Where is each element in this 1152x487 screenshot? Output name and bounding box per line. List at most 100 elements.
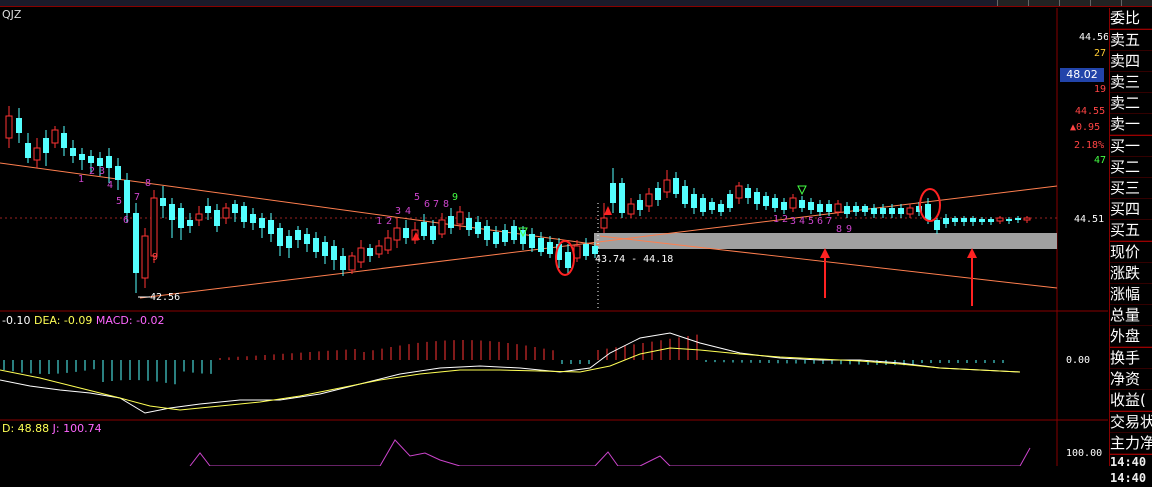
candle-body — [943, 218, 949, 224]
svg-text:3: 3 — [790, 216, 796, 227]
candle-body — [600, 217, 608, 229]
candle-body — [871, 208, 877, 214]
candle-body — [61, 133, 67, 148]
top-tab[interactable] — [1090, 0, 1121, 6]
side-item[interactable]: 收益( — [1110, 390, 1152, 411]
side-item[interactable]: 涨跌 — [1110, 263, 1152, 284]
candle-body — [348, 255, 356, 271]
candle-body — [511, 226, 517, 240]
candle-body — [115, 166, 121, 180]
side-item[interactable]: 买四 — [1110, 199, 1152, 220]
side-item[interactable]: 现价 — [1110, 241, 1152, 263]
candle-body — [637, 200, 643, 210]
kdj-j-value: J: 100.74 — [52, 422, 102, 435]
candle-body — [1006, 219, 1012, 221]
candle-body — [97, 158, 103, 166]
candle-body — [393, 227, 401, 241]
candle-body — [880, 208, 886, 214]
side-item[interactable]: 买三 — [1110, 178, 1152, 199]
side-item[interactable]: 主力净 — [1110, 433, 1152, 454]
candle-body — [538, 238, 544, 252]
candle-body — [367, 248, 373, 256]
candle-body — [232, 204, 238, 213]
candle-body — [178, 208, 184, 228]
side-item[interactable]: 买二 — [1110, 157, 1152, 178]
candle-body — [5, 115, 13, 139]
svg-text:7: 7 — [134, 192, 140, 203]
candle-body — [934, 220, 940, 230]
svg-text:9: 9 — [452, 192, 458, 203]
candle-body — [331, 246, 337, 260]
candle-body — [43, 138, 49, 153]
candle-body — [547, 242, 553, 254]
candle-body — [1023, 217, 1031, 221]
low-price-label: 42.56 — [150, 292, 180, 303]
side-item[interactable]: 换手 — [1110, 347, 1152, 369]
candle-body — [700, 198, 706, 212]
candle-body — [799, 200, 805, 208]
svg-text:6: 6 — [817, 216, 823, 227]
svg-text:6: 6 — [424, 199, 430, 210]
side-item[interactable]: 卖三 — [1110, 72, 1152, 93]
kdj-legend: D: 48.88 J: 100.74 — [2, 422, 102, 435]
top-right-tabs — [997, 0, 1152, 6]
candle-body — [160, 198, 166, 206]
candle-body — [898, 208, 904, 214]
candle-body — [655, 188, 661, 200]
macd-dea-line — [0, 347, 1021, 411]
candle-body — [735, 185, 743, 199]
candle-body — [384, 237, 392, 251]
svg-text:8: 8 — [443, 199, 449, 210]
side-item[interactable]: 涨幅 — [1110, 284, 1152, 305]
side-item[interactable]: 外盘 — [1110, 326, 1152, 347]
axis-vol-27: 27 — [1094, 48, 1106, 59]
side-item[interactable]: 委比 — [1110, 8, 1152, 29]
candle-body — [817, 204, 823, 212]
candle-body — [340, 256, 346, 270]
svg-text:8: 8 — [145, 178, 151, 189]
candle-body — [141, 235, 149, 279]
candle-body — [214, 210, 220, 226]
kdj-d-value: D: 48.88 — [2, 422, 50, 435]
candle-body — [448, 216, 454, 228]
candle-body — [484, 226, 490, 240]
top-tab[interactable] — [1028, 0, 1059, 6]
side-item[interactable]: 卖四 — [1110, 51, 1152, 72]
candle-body — [961, 218, 967, 222]
candle-body — [438, 219, 446, 235]
candle-body — [862, 206, 868, 212]
candle-body — [33, 147, 41, 161]
candle-body — [627, 203, 635, 215]
candle-body — [475, 222, 481, 234]
side-item[interactable]: 总量 — [1110, 305, 1152, 326]
side-item[interactable]: 卖二 — [1110, 93, 1152, 114]
arrow-up-icon — [967, 248, 977, 258]
candle-body — [456, 211, 464, 225]
kline-chart[interactable]: 42.56 9 43.74 - 44.18 12 34 56 78 12 34 … — [0, 8, 1108, 466]
macd-histogram — [3, 334, 1004, 385]
candle-body — [268, 220, 274, 234]
candle-body — [493, 232, 499, 244]
axis-price-top: 44.56 — [1079, 32, 1108, 43]
side-item[interactable]: 交易状 — [1110, 411, 1152, 433]
top-tab[interactable] — [997, 0, 1028, 6]
top-tab[interactable] — [1121, 0, 1152, 6]
candle-body — [205, 206, 211, 213]
arrow-up-icon — [820, 248, 830, 258]
side-item[interactable]: 净资 — [1110, 369, 1152, 390]
candle-body — [430, 226, 436, 240]
svg-text:7: 7 — [433, 199, 439, 210]
kdj-j-line — [189, 439, 1031, 466]
candle-body — [763, 196, 769, 206]
candlesticks — [5, 106, 1031, 293]
side-item[interactable]: 卖一 — [1110, 114, 1152, 135]
candle-body — [727, 194, 733, 208]
side-item[interactable]: 卖五 — [1110, 29, 1152, 51]
top-tab[interactable] — [1059, 0, 1090, 6]
buy-arrow-icon — [604, 206, 612, 215]
side-item[interactable]: 买一 — [1110, 135, 1152, 157]
candle-body — [682, 186, 688, 204]
candle-body — [106, 156, 112, 168]
side-item[interactable]: 买五 — [1110, 220, 1152, 241]
candle-body — [826, 204, 832, 212]
